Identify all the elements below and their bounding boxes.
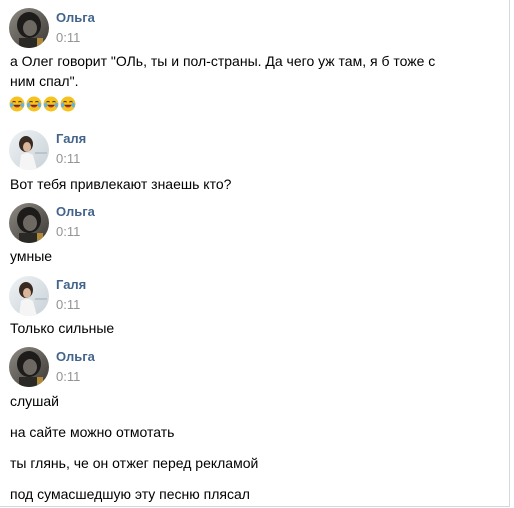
tears-of-joy-icon (9, 96, 25, 112)
message-timestamp[interactable]: 0:11 (56, 369, 80, 385)
tears-of-joy-icon (26, 96, 42, 112)
message-text: а Олег говорит "ОЛь, ты и пол-страны. Да… (10, 53, 436, 89)
tears-of-joy-icon (60, 96, 76, 112)
message-text: Только сильные (10, 320, 115, 336)
message-text: на сайте можно отмотать (10, 424, 175, 440)
avatar-olga[interactable] (9, 8, 49, 48)
chat-history: Ольга 0:11 а Олег говорит "ОЛь, ты и пол… (0, 0, 510, 507)
message-text: ты глянь, че он отжег перед рекламой (10, 455, 259, 471)
message-text: под сумасшедшую эту песню плясал (10, 486, 250, 502)
message-timestamp[interactable]: 0:11 (56, 297, 80, 313)
author-name[interactable]: Ольга (56, 10, 95, 26)
message-timestamp[interactable]: 0:11 (56, 30, 80, 46)
message-text: умные (10, 248, 53, 264)
message-timestamp[interactable]: 0:11 (56, 224, 80, 240)
emoji-row (9, 96, 76, 116)
avatar-olga[interactable] (9, 203, 49, 243)
author-name[interactable]: Галя (56, 277, 86, 293)
message-text: Вот тебя привлекают знаешь кто? (10, 176, 232, 192)
author-name[interactable]: Галя (56, 131, 86, 147)
avatar-olga[interactable] (9, 347, 49, 387)
tears-of-joy-icon (43, 96, 59, 112)
message-text: слушай (10, 393, 60, 409)
author-name[interactable]: Ольга (56, 349, 95, 365)
message-timestamp[interactable]: 0:11 (56, 151, 80, 167)
author-name[interactable]: Ольга (56, 204, 95, 220)
avatar-galya[interactable] (9, 276, 49, 316)
avatar-galya[interactable] (9, 130, 49, 170)
